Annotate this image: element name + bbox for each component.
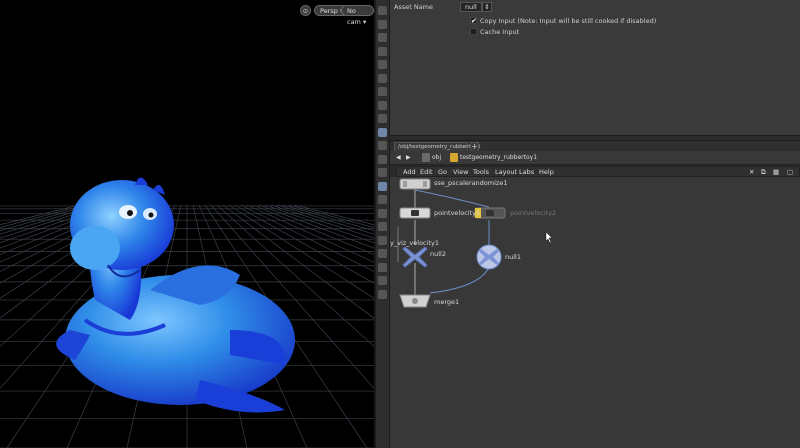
- network-wires: [397, 178, 553, 308]
- menu-go[interactable]: Go: [438, 167, 447, 177]
- 3d-viewport[interactable]: ⊙ Persp ▾ No cam ▾: [0, 0, 374, 448]
- menu-help[interactable]: Help: [539, 167, 554, 177]
- paint-icon[interactable]: [378, 276, 387, 285]
- node-sse-pscalerandomize[interactable]: [399, 178, 431, 190]
- template-icon[interactable]: [378, 222, 387, 231]
- render-icon[interactable]: [378, 289, 387, 299]
- camera-icon[interactable]: [378, 100, 387, 110]
- shade-icon[interactable]: [378, 181, 387, 191]
- camera-menu-button[interactable]: No cam ▾: [341, 5, 374, 26]
- parameter-pane: Asset Name null ⇕ ✔ Copy Input (Note: In…: [390, 0, 800, 135]
- grid-icon[interactable]: ▦: [773, 167, 779, 177]
- menu-tools[interactable]: Tools: [473, 167, 489, 177]
- light-icon[interactable]: [378, 87, 387, 96]
- normal-icon[interactable]: [378, 208, 387, 218]
- path-obj[interactable]: obj: [432, 153, 441, 162]
- menu-labs[interactable]: Labs: [519, 167, 534, 177]
- node-null1[interactable]: [476, 244, 502, 270]
- point-icon[interactable]: [378, 195, 387, 204]
- tools-icon[interactable]: ✕: [749, 167, 754, 177]
- tab-network[interactable]: /obj/testgeometry_rubbertoy1: [394, 142, 481, 151]
- geo-icon: [450, 153, 458, 162]
- menu-add[interactable]: Add: [403, 167, 416, 177]
- cache-input-checkbox[interactable]: [470, 28, 477, 35]
- geometry-icon[interactable]: [378, 154, 387, 164]
- handle-icon[interactable]: [378, 141, 387, 150]
- move-icon[interactable]: [378, 19, 387, 29]
- layout-icon[interactable]: ▢: [787, 167, 793, 177]
- label-viz-velocity: y_viz_velocity1: [390, 239, 439, 247]
- select-icon[interactable]: [378, 6, 387, 15]
- menu-layout[interactable]: Layout: [495, 167, 517, 177]
- copy-input-checkbox[interactable]: ✔: [470, 17, 477, 25]
- guide-icon[interactable]: [378, 249, 387, 258]
- lock-icon[interactable]: [378, 33, 387, 42]
- menu-edit[interactable]: Edit: [420, 167, 433, 177]
- ghost-icon[interactable]: [378, 235, 387, 245]
- label-merge1: merge1: [434, 298, 460, 306]
- forward-icon[interactable]: ▶: [406, 153, 411, 162]
- wire-icon[interactable]: [378, 168, 387, 177]
- asset-name-label: Asset Name: [394, 3, 434, 11]
- copy-icon[interactable]: ⧉: [761, 167, 766, 177]
- lock-icon[interactable]: ⊙: [300, 5, 311, 16]
- light-icon[interactable]: [378, 73, 387, 83]
- rubber-toy-geometry: [56, 177, 295, 413]
- path-node[interactable]: testgeometry_rubbertoy1: [460, 153, 537, 162]
- network-canvas[interactable]: sse_pscalerandomize1 pointvelocity1 poin…: [390, 177, 800, 448]
- label-sse-pscalerandomize: sse_pscalerandomize1: [434, 179, 508, 187]
- obj-icon: [422, 153, 430, 162]
- viewport-scene[interactable]: [0, 0, 374, 448]
- node-pointvelocity1[interactable]: [399, 207, 431, 219]
- node-merge1[interactable]: [399, 294, 431, 308]
- display-icon[interactable]: [378, 114, 387, 123]
- asset-name-menu-icon[interactable]: ⇕: [482, 2, 492, 12]
- label-null2: null2: [430, 250, 446, 258]
- label-pointvelocity1: pointvelocity1: [434, 209, 481, 217]
- label-null1: null1: [505, 253, 521, 261]
- cache-input-label: Cache Input: [480, 28, 520, 36]
- back-icon[interactable]: ◀: [396, 153, 401, 162]
- add-tab-button[interactable]: +: [470, 142, 479, 151]
- menu-view[interactable]: View: [453, 167, 468, 177]
- scene-icon[interactable]: [378, 127, 387, 137]
- snap-icon[interactable]: [378, 46, 387, 56]
- mouse-cursor-icon: [545, 231, 553, 244]
- asset-name-field[interactable]: null: [460, 2, 482, 12]
- path-bar: ◀ ▶ obj testgeometry_rubbertoy1: [390, 151, 800, 165]
- view-icon[interactable]: [378, 60, 387, 69]
- label-pointvelocity2: pointvelocity2: [510, 209, 557, 217]
- network-menu-bar: Add Edit Go View Tools Layout Labs Help …: [396, 166, 800, 177]
- copy-input-label: Copy Input (Note: Input will be still co…: [480, 17, 657, 25]
- background-icon[interactable]: [378, 262, 387, 272]
- viewport-side-toolbar: [376, 0, 390, 448]
